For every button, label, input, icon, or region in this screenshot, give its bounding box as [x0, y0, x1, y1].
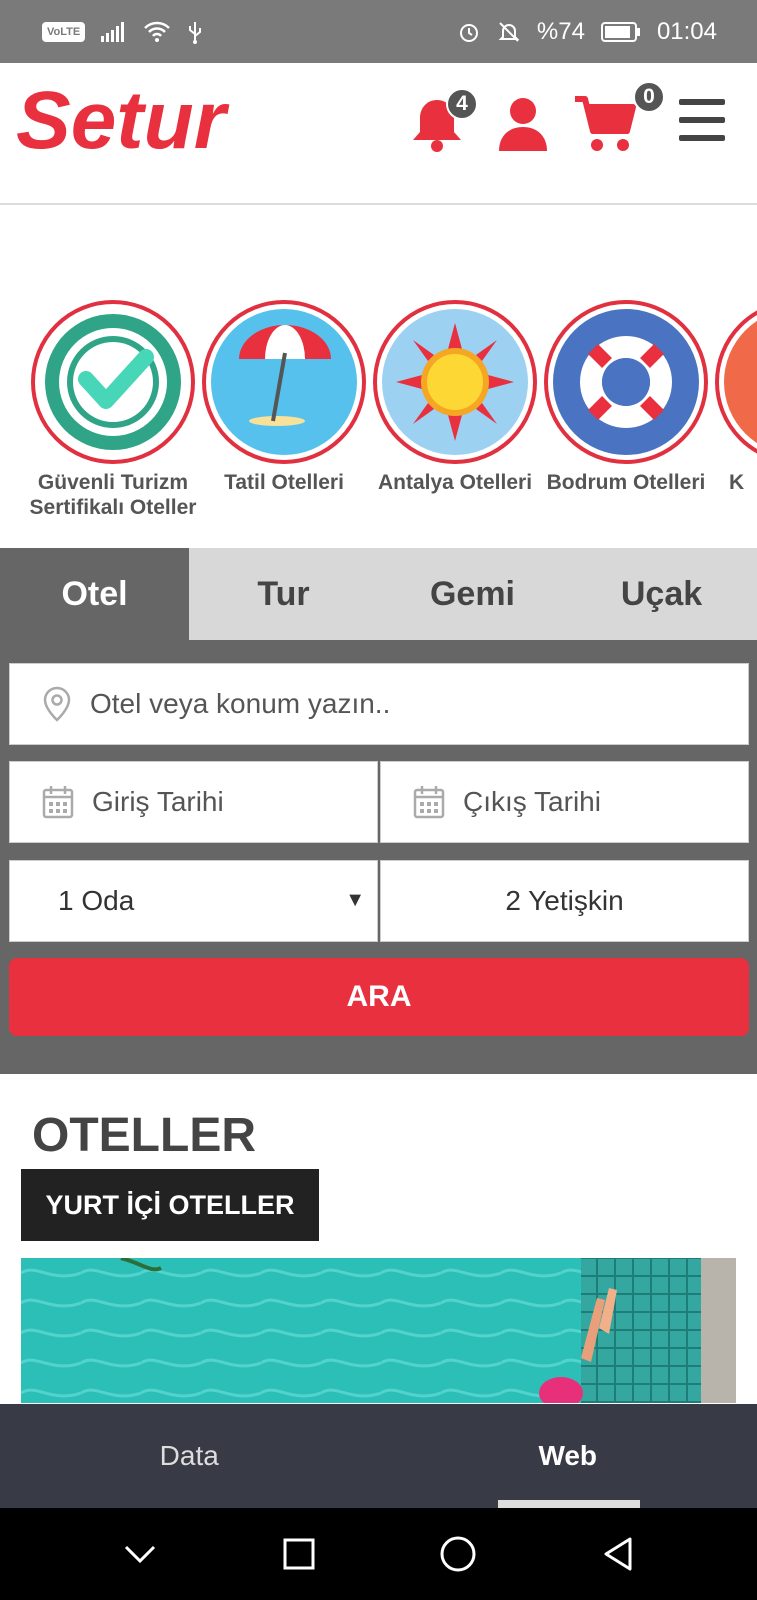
- category-carousel[interactable]: Güvenli Turizm Sertifikalı Oteller Tatil…: [0, 300, 757, 548]
- category-label: Tatil Otelleri: [224, 471, 344, 494]
- cart-badge: 0: [633, 81, 665, 113]
- category-partial[interactable]: K: [711, 300, 757, 495]
- checkout-placeholder: Çıkış Tarihi: [463, 786, 601, 817]
- hotels-section-title: OTELLER: [32, 1109, 256, 1162]
- usb-icon: [187, 20, 203, 44]
- beach-umbrella-icon: [211, 309, 357, 455]
- svg-text:Setur: Setur: [16, 78, 230, 166]
- search-panel: Otel Tur Gemi Uçak Otel veya konum yazın…: [0, 548, 757, 1074]
- menu-button[interactable]: [679, 99, 727, 148]
- signal-icon: [101, 21, 127, 42]
- category-antalya-otelleri[interactable]: Antalya Otelleri: [369, 300, 541, 495]
- location-pin-icon: [42, 686, 72, 722]
- site-header: Setur 4 0: [0, 63, 757, 205]
- category-bodrum-otelleri[interactable]: Bodrum Otelleri: [540, 300, 712, 495]
- hamburger-menu-icon: [679, 99, 725, 141]
- checkin-placeholder: Giriş Tarihi: [92, 786, 224, 817]
- account-button[interactable]: [497, 95, 549, 158]
- partial-icon: [724, 309, 757, 455]
- lifebuoy-icon: [553, 309, 699, 455]
- category-label: K: [729, 471, 745, 494]
- tab-gemi[interactable]: Gemi: [378, 548, 567, 640]
- rooms-select[interactable]: 1 Oda ▼: [9, 860, 378, 942]
- category-guvenli-turizm[interactable]: Güvenli Turizm Sertifikalı Oteller: [27, 300, 199, 520]
- notifications-button[interactable]: 4: [410, 88, 478, 159]
- app-tab-data[interactable]: Data: [0, 1404, 379, 1508]
- category-label: Güvenli Turizm Sertifikalı Oteller: [29, 471, 197, 519]
- location-placeholder: Otel veya konum yazın..: [90, 688, 391, 719]
- dropdown-arrow-icon: ▼: [345, 889, 365, 911]
- search-tabs: Otel Tur Gemi Uçak: [0, 548, 757, 640]
- domestic-hotels-button[interactable]: YURT İÇİ OTELLER: [21, 1169, 319, 1241]
- guests-value: 2 Yetişkin: [505, 885, 624, 916]
- category-label: Bodrum Otelleri: [546, 471, 706, 494]
- app-tab-web[interactable]: Web: [379, 1404, 757, 1508]
- tab-otel[interactable]: Otel: [0, 548, 189, 640]
- tab-ucak[interactable]: Uçak: [567, 548, 756, 640]
- sun-icon: [382, 309, 528, 455]
- system-nav-bar: [0, 1508, 757, 1600]
- category-label: Antalya Otelleri: [377, 471, 533, 494]
- user-icon: [499, 98, 547, 151]
- certified-check-icon: [40, 309, 186, 455]
- chevron-down-icon[interactable]: [123, 1543, 157, 1565]
- status-bar: VoLTE %74 01:04: [0, 0, 757, 63]
- rooms-value: 1 Oda: [58, 885, 135, 916]
- battery-percent: %74: [536, 17, 585, 45]
- app-tab-bar: Data Web: [0, 1404, 757, 1508]
- tab-tur[interactable]: Tur: [189, 548, 378, 640]
- cart-button[interactable]: 0: [573, 81, 665, 158]
- notification-badge: 4: [446, 88, 478, 120]
- pool-banner-image[interactable]: [21, 1258, 736, 1403]
- checkin-date-field[interactable]: Giriş Tarihi: [9, 761, 378, 843]
- checkout-date-field[interactable]: Çıkış Tarihi: [380, 761, 749, 843]
- battery-icon: [600, 21, 641, 42]
- setur-logo[interactable]: Setur: [14, 78, 244, 168]
- volte-icon: VoLTE: [42, 21, 86, 42]
- mute-bell-icon: [497, 20, 521, 44]
- cart-icon: [575, 96, 636, 151]
- back-triangle-icon[interactable]: [602, 1536, 634, 1572]
- category-tatil-otelleri[interactable]: Tatil Otelleri: [198, 300, 370, 495]
- guests-field[interactable]: 2 Yetişkin: [380, 860, 749, 942]
- clock: 01:04: [656, 17, 717, 45]
- recent-apps-icon[interactable]: [283, 1538, 315, 1570]
- calendar-icon: [42, 785, 74, 819]
- wifi-icon: [143, 21, 171, 43]
- search-submit-button[interactable]: ARA: [9, 958, 749, 1036]
- home-circle-icon[interactable]: [440, 1536, 476, 1572]
- location-input[interactable]: Otel veya konum yazın..: [9, 663, 749, 745]
- calendar-icon: [413, 785, 445, 819]
- alarm-icon: [457, 20, 481, 44]
